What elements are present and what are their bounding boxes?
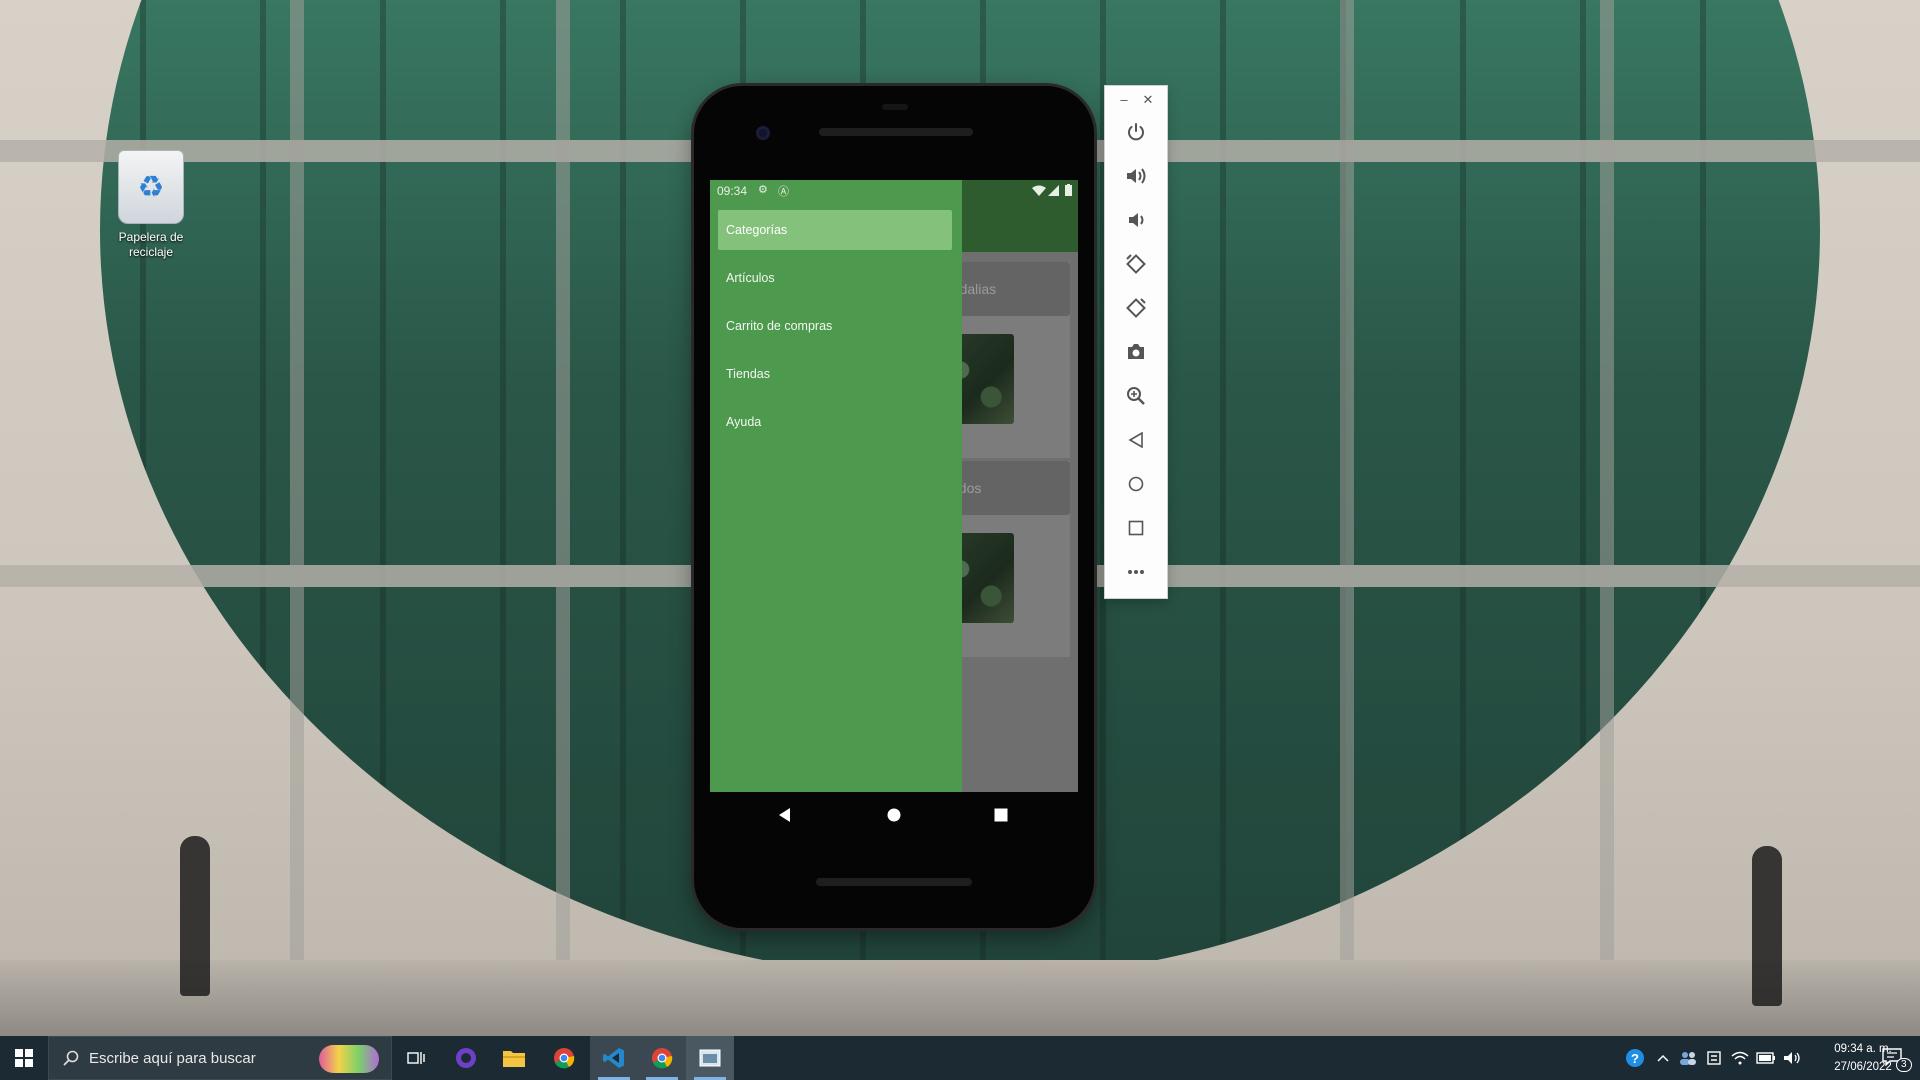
battery-icon[interactable] [1754, 1036, 1778, 1080]
help-icon[interactable]: ? [1622, 1036, 1648, 1080]
nav-overview-icon[interactable] [986, 800, 1016, 830]
drawer-item-categorias[interactable]: Categorías [718, 210, 952, 250]
volume-down-icon[interactable] [1118, 202, 1154, 238]
file-explorer-icon[interactable] [490, 1036, 538, 1080]
wallpaper-column [290, 0, 304, 1000]
signal-icon [1048, 185, 1059, 196]
drawer-item-tiendas[interactable]: Tiendas [718, 354, 952, 394]
chrome-profile-icon[interactable] [638, 1036, 686, 1080]
recycle-bin-label: Papelera de reciclaje [118, 230, 184, 259]
earpiece-speaker [819, 128, 973, 136]
emulator-app-icon[interactable] [686, 1036, 734, 1080]
close-icon[interactable]: ✕ [1139, 92, 1157, 108]
search-placeholder: Escribe aquí para buscar [89, 1050, 256, 1067]
home-icon[interactable] [1118, 466, 1154, 502]
taskbar-search-box[interactable]: Escribe aquí para buscar [48, 1036, 392, 1080]
action-center-button[interactable]: 3 [1868, 1044, 1912, 1072]
drawer-item-ayuda[interactable]: Ayuda [718, 402, 952, 442]
windows-taskbar: Escribe aquí para buscar ? 09:34 a. m. 2… [0, 1036, 1920, 1080]
wallpaper-column [1340, 0, 1354, 1000]
nav-home-icon[interactable] [879, 800, 909, 830]
settings-gear-icon: ⚙ [758, 184, 768, 196]
task-view-icon[interactable] [392, 1036, 440, 1080]
android-notification-icon: Ⓐ [778, 186, 789, 198]
phone-frame: andalias Todos Categorías Artículos Carr… [694, 86, 1094, 928]
wallpaper-person [1752, 846, 1782, 1006]
wallpaper-column [556, 0, 570, 1000]
network-adapter-icon[interactable] [1702, 1036, 1726, 1080]
minimize-icon[interactable]: – [1115, 92, 1133, 107]
volume-icon[interactable] [1780, 1036, 1804, 1080]
wallpaper-column [1600, 0, 1614, 1000]
status-time: 09:34 [717, 184, 748, 198]
front-camera-icon [756, 126, 770, 140]
vscode-icon[interactable] [590, 1036, 638, 1080]
github-desktop-icon[interactable] [442, 1036, 490, 1080]
search-icon [63, 1050, 79, 1066]
camera-icon[interactable] [1118, 334, 1154, 370]
more-icon[interactable] [1118, 554, 1154, 590]
svg-text:?: ? [1631, 1051, 1639, 1066]
navigation-drawer: Categorías Artículos Carrito de compras … [710, 180, 962, 792]
start-button[interactable] [0, 1036, 48, 1080]
nav-back-icon[interactable] [770, 800, 800, 830]
volume-up-icon[interactable] [1118, 158, 1154, 194]
people-icon[interactable] [1676, 1036, 1700, 1080]
wallpaper-ground [0, 960, 1920, 1036]
windows-logo-icon [15, 1049, 33, 1067]
chevron-up-icon[interactable] [1652, 1036, 1674, 1080]
sensor [882, 104, 908, 110]
recycle-bin-shortcut[interactable]: ♻ Papelera de reciclaje [108, 150, 194, 260]
android-nav-bar [710, 792, 1078, 838]
rotate-right-icon[interactable] [1118, 290, 1154, 326]
emulator-toolbar: – ✕ [1105, 86, 1167, 598]
drawer-item-articulos[interactable]: Artículos [718, 258, 952, 298]
notification-count-badge: 3 [1896, 1058, 1912, 1072]
wifi-icon[interactable] [1728, 1036, 1752, 1080]
power-icon[interactable] [1118, 114, 1154, 150]
chrome-icon[interactable] [540, 1036, 588, 1080]
zoom-icon[interactable] [1118, 378, 1154, 414]
bottom-speaker [816, 878, 972, 886]
phone-screen[interactable]: andalias Todos Categorías Artículos Carr… [710, 180, 1078, 792]
drawer-item-carrito[interactable]: Carrito de compras [718, 306, 952, 346]
recycle-bin-icon: ♻ [118, 150, 184, 224]
overview-icon[interactable] [1118, 510, 1154, 546]
rotate-left-icon[interactable] [1118, 246, 1154, 282]
wifi-icon [1032, 185, 1046, 196]
back-icon[interactable] [1118, 422, 1154, 458]
status-bar: 09:34 ⚙ Ⓐ [710, 180, 1078, 202]
search-highlight-icon [319, 1045, 379, 1073]
battery-icon [1065, 184, 1072, 196]
wallpaper-person [180, 836, 210, 996]
